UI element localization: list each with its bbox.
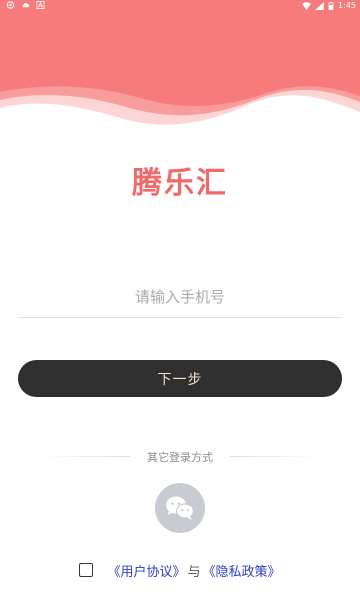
battery-icon [328,1,334,10]
agree-checkbox[interactable] [79,563,94,577]
brand-logo: 腾乐汇 [132,166,228,201]
divider-right [230,456,320,457]
app-a-icon [36,1,45,9]
divider-left [40,456,130,457]
wifi-icon [302,1,311,10]
hero-wave-banner [0,0,360,150]
cloud-icon [22,3,30,8]
agreement-joiner: 与 [187,564,201,580]
wechat-login-button[interactable] [155,483,205,533]
signal-icon [315,1,324,10]
privacy-policy-link[interactable]: 《隐私政策》 [203,561,281,580]
status-right-icons: 1:45 [302,1,356,10]
user-agreement-link[interactable]: 《用户协议》 [107,561,185,580]
agreement-row: 《用户协议》 与 《隐私政策》 [0,560,360,580]
status-bar: 1:45 [0,0,360,12]
phone-input[interactable] [18,277,342,318]
status-time: 1:45 [338,1,356,10]
next-step-button[interactable]: 下一步 [18,360,342,397]
status-left-icons [6,1,45,9]
wechat-icon [166,496,195,520]
app-notification-icon [6,1,15,9]
other-login-label: 其它登录方式 [147,451,213,464]
